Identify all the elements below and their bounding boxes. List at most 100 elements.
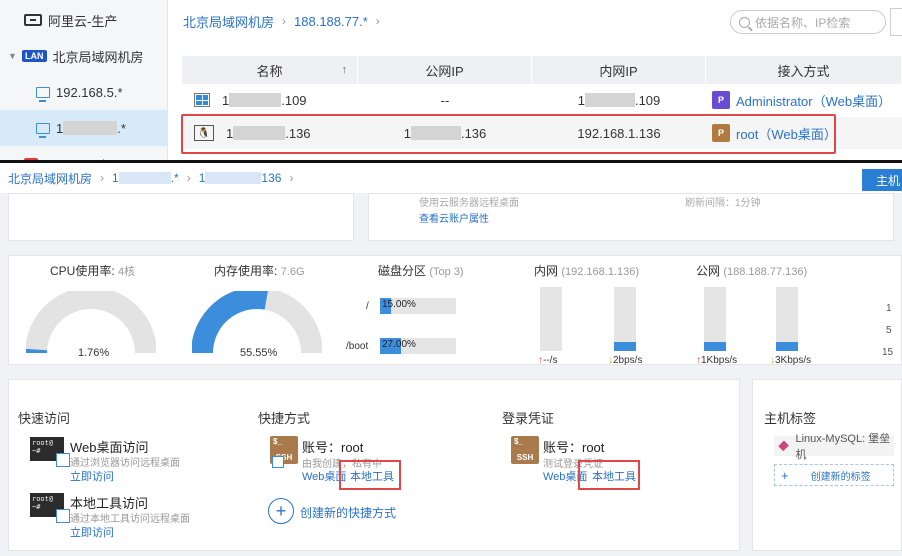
bar-fill bbox=[776, 342, 798, 351]
host-tag[interactable]: Linux-MySQL: 堡垒机 bbox=[774, 433, 894, 461]
chevron-right-icon: › bbox=[289, 171, 294, 185]
sort-arrow-up-icon[interactable]: ↑ bbox=[342, 64, 348, 76]
credentials-title: 登录凭证 bbox=[502, 411, 555, 426]
intranet-down-rate: ↓2bps/s bbox=[608, 355, 643, 366]
breadcrumb: 北京局域网机房 › 188.188.77.* › 依据名称、IP检索 bbox=[169, 0, 902, 42]
intranet-up-bar bbox=[540, 287, 562, 351]
sidebar-item-label: 阿里云-生产 bbox=[48, 13, 118, 29]
load-label: 15 bbox=[882, 347, 894, 358]
masked-text bbox=[63, 121, 118, 135]
load-label: 1 bbox=[886, 303, 892, 314]
search-icon bbox=[739, 16, 750, 28]
table-header: 名称 ↑ 公网IP 内网IP 接入方式 bbox=[182, 56, 902, 84]
monitor-icon bbox=[36, 86, 50, 102]
intranet-up-rate: ↑--/s bbox=[538, 355, 558, 366]
sidebar-item-label: 北京局域网机房 bbox=[52, 49, 144, 65]
breadcrumb-item[interactable]: 北京局域网机房 bbox=[183, 12, 274, 31]
sidebar-item-label-prefix: 1 bbox=[56, 120, 64, 136]
masked-text bbox=[205, 172, 262, 184]
sidebar-item-subnet-192[interactable]: 192.168.5.* bbox=[0, 74, 168, 110]
chevron-right-icon: › bbox=[186, 171, 191, 185]
breadcrumb-item[interactable]: 188.188.77.* bbox=[294, 14, 368, 29]
ssh-icon: $_SSH bbox=[511, 436, 539, 464]
access-link-administrator[interactable]: Administrator（Web桌面） bbox=[736, 91, 891, 110]
breadcrumb-item-suffix[interactable]: .* bbox=[171, 171, 179, 185]
sidebar: 阿里云-生产 ▼ LAN 北京局域网机房 192.168.5.* 1 .* Op… bbox=[0, 0, 168, 172]
cpu-gauge-track bbox=[26, 291, 156, 354]
chevron-right-icon: › bbox=[100, 171, 105, 185]
internet-title: 公网 (188.188.77.136) bbox=[696, 264, 808, 278]
sidebar-item-beijing-lan[interactable]: ▼ LAN 北京局域网机房 bbox=[0, 38, 168, 74]
tag-icon bbox=[778, 440, 790, 452]
credential-account: 账号：root bbox=[543, 440, 605, 455]
table-row[interactable]: 1.109 -- 1.109 P Administrator（Web桌面） bbox=[182, 84, 902, 116]
breadcrumb-item-suffix[interactable]: 136 bbox=[261, 171, 281, 185]
quick-access-title: 快速访问 bbox=[18, 411, 71, 426]
highlight-box bbox=[181, 114, 836, 154]
bar-fill bbox=[704, 342, 726, 351]
windows-icon bbox=[194, 93, 210, 107]
cloud-provider-icon bbox=[24, 14, 42, 26]
create-tag-button[interactable]: + 创建新的标签 bbox=[774, 464, 894, 486]
chevron-down-icon[interactable]: ▼ bbox=[8, 51, 17, 61]
view-cloud-account-link[interactable]: 查看云账户属性 bbox=[419, 210, 489, 225]
disk-usage-bar: 15.00% bbox=[380, 298, 456, 314]
masked-text bbox=[229, 93, 282, 107]
disk-partition-row: / 15.00% bbox=[346, 298, 456, 314]
breadcrumb-item-prefix[interactable]: 1 bbox=[199, 171, 206, 185]
search-input[interactable]: 依据名称、IP检索 bbox=[730, 10, 886, 34]
sidebar-item-label-suffix: .* bbox=[117, 120, 126, 136]
info-card-left bbox=[8, 193, 354, 241]
breadcrumb-item-prefix[interactable]: 1 bbox=[112, 171, 119, 185]
local-tool-access-desc: 通过本地工具访问远程桌面 bbox=[70, 514, 190, 525]
create-shortcut-link[interactable]: 创建新的快捷方式 bbox=[300, 504, 396, 521]
web-desktop-access-link[interactable]: 立即访问 bbox=[70, 468, 114, 484]
bar-fill bbox=[614, 342, 636, 351]
masked-text bbox=[584, 93, 635, 107]
internet-down-rate: ↓3Kbps/s bbox=[770, 355, 812, 366]
cell-private-ip: 1.109 bbox=[577, 92, 661, 108]
disk-title: 磁盘分区 (Top 3) bbox=[378, 264, 464, 278]
shortcuts-title: 快捷方式 bbox=[258, 411, 311, 426]
sidebar-item-label: 192.168.5.* bbox=[56, 84, 123, 100]
disk-usage-bar: 27.00% bbox=[380, 338, 456, 354]
column-header-name[interactable]: 名称 ↑ bbox=[182, 56, 358, 84]
breadcrumb: 北京局域网机房 › 1 .* › 1 136 › 主机 bbox=[0, 163, 902, 193]
shortcut-account: 账号：root bbox=[302, 440, 364, 455]
highlight-box bbox=[339, 460, 401, 490]
host-tags-title: 主机标签 bbox=[764, 411, 817, 426]
cell-name: 1.109 bbox=[182, 84, 358, 116]
memory-value: 55.55% bbox=[240, 347, 278, 359]
disk-partition-row: /boot 27.00% bbox=[346, 338, 456, 354]
breadcrumb-item[interactable]: 北京局域网机房 bbox=[8, 170, 92, 187]
monitor-icon bbox=[36, 122, 50, 138]
host-detail-view: 北京局域网机房 › 1 .* › 1 136 › 主机 使用云服务器远程桌面 刷… bbox=[0, 163, 902, 556]
cpu-title: CPU使用率: 4核 bbox=[50, 264, 136, 278]
cell-access: P Administrator（Web桌面） bbox=[706, 84, 902, 116]
memory-gauge-fill bbox=[192, 291, 268, 354]
chevron-right-icon: › bbox=[375, 14, 380, 28]
plus-icon[interactable]: + bbox=[268, 498, 294, 524]
intranet-title: 内网 (192.168.1.136) bbox=[534, 264, 640, 278]
sidebar-item-aliyun[interactable]: 阿里云-生产 bbox=[0, 2, 168, 38]
internet-down-bar bbox=[776, 287, 798, 351]
host-button[interactable]: 主机 bbox=[862, 169, 902, 191]
sidebar-item-subnet-selected[interactable]: 1 .* bbox=[0, 110, 168, 146]
local-tool-access-link[interactable]: 立即访问 bbox=[70, 524, 114, 540]
column-header-private-ip: 内网IP bbox=[532, 56, 706, 84]
remote-desktop-icon: P bbox=[712, 91, 730, 109]
toolbar-button-partial[interactable] bbox=[890, 8, 902, 36]
memory-title: 内存使用率: 7.6G bbox=[214, 264, 305, 278]
internet-up-rate: ↑1Kbps/s bbox=[696, 355, 738, 366]
lan-icon: LAN bbox=[22, 50, 47, 62]
web-desktop-access-desc: 通过浏览器访问远程桌面 bbox=[70, 458, 180, 469]
terminal-icon: root@ ~# bbox=[30, 437, 70, 467]
cpu-value: 1.76% bbox=[78, 347, 110, 359]
masked-text bbox=[118, 172, 171, 184]
terminal-icon: root@ ~# bbox=[30, 493, 70, 523]
column-header-public-ip: 公网IP bbox=[358, 56, 532, 84]
info-card-right: 使用云服务器远程桌面 刷新间隔：1分钟 查看云账户属性 bbox=[368, 193, 894, 241]
search-placeholder: 依据名称、IP检索 bbox=[755, 15, 851, 30]
column-header-access: 接入方式 bbox=[706, 56, 902, 84]
ssh-icon: $_SSH bbox=[270, 436, 298, 468]
